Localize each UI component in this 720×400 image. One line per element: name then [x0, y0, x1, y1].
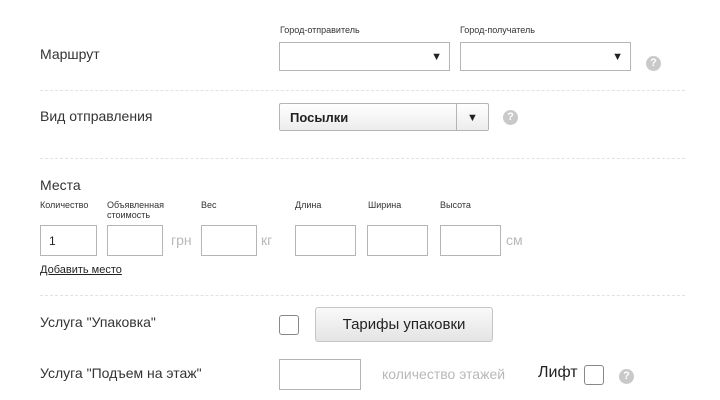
shipment-type-select[interactable]: Посылки ▼: [279, 103, 489, 131]
weight-caption: Вес: [201, 200, 217, 210]
from-city-caption: Город-отправитель: [280, 25, 360, 35]
question-icon[interactable]: ?: [503, 110, 518, 125]
floor-lift-service-label: Услуга "Подъем на этаж": [40, 365, 202, 381]
divider: [40, 90, 685, 91]
divider: [40, 158, 685, 159]
packing-tariffs-button[interactable]: Тарифы упаковки: [315, 307, 493, 342]
add-place-link[interactable]: Добавить место: [40, 264, 122, 276]
packing-checkbox[interactable]: [279, 315, 299, 335]
lift-checkbox[interactable]: [584, 365, 604, 385]
length-caption: Длина: [295, 200, 322, 210]
quantity-caption: Количество: [40, 200, 89, 210]
length-input[interactable]: [295, 225, 356, 256]
width-caption: Ширина: [368, 200, 402, 210]
declared-value-caption-text: Объявленная стоимость: [107, 200, 165, 220]
from-city-select[interactable]: ▼: [279, 42, 450, 71]
width-input[interactable]: [367, 225, 428, 256]
floors-count-input[interactable]: [279, 359, 361, 390]
places-label: Места: [40, 177, 81, 193]
weight-unit: кг: [261, 232, 273, 248]
to-city-select[interactable]: ▼: [460, 42, 631, 71]
route-label: Маршрут: [40, 46, 100, 62]
to-city-caption: Город-получатель: [460, 25, 535, 35]
shipment-type-value: Посылки: [290, 110, 349, 125]
declared-value-input[interactable]: [107, 225, 163, 256]
select-separator: [456, 104, 457, 130]
chevron-down-icon: ▼: [467, 112, 478, 124]
weight-input[interactable]: [201, 225, 257, 256]
question-icon[interactable]: ?: [619, 369, 634, 384]
chevron-down-icon: ▼: [612, 51, 623, 63]
shipment-type-label: Вид отправления: [40, 108, 153, 124]
quantity-input[interactable]: [40, 225, 97, 256]
declared-value-caption: Объявленная стоимость: [107, 200, 187, 220]
dimension-unit: см: [506, 232, 523, 248]
question-icon[interactable]: ?: [646, 56, 661, 71]
lift-label: Лифт: [538, 364, 578, 381]
height-input[interactable]: [440, 225, 501, 256]
currency-unit: грн: [171, 232, 192, 248]
divider: [40, 295, 685, 296]
floors-count-hint: количество этажей: [382, 366, 506, 382]
chevron-down-icon: ▼: [431, 51, 442, 63]
height-caption: Высота: [440, 200, 471, 210]
packing-service-label: Услуга "Упаковка": [40, 314, 156, 330]
